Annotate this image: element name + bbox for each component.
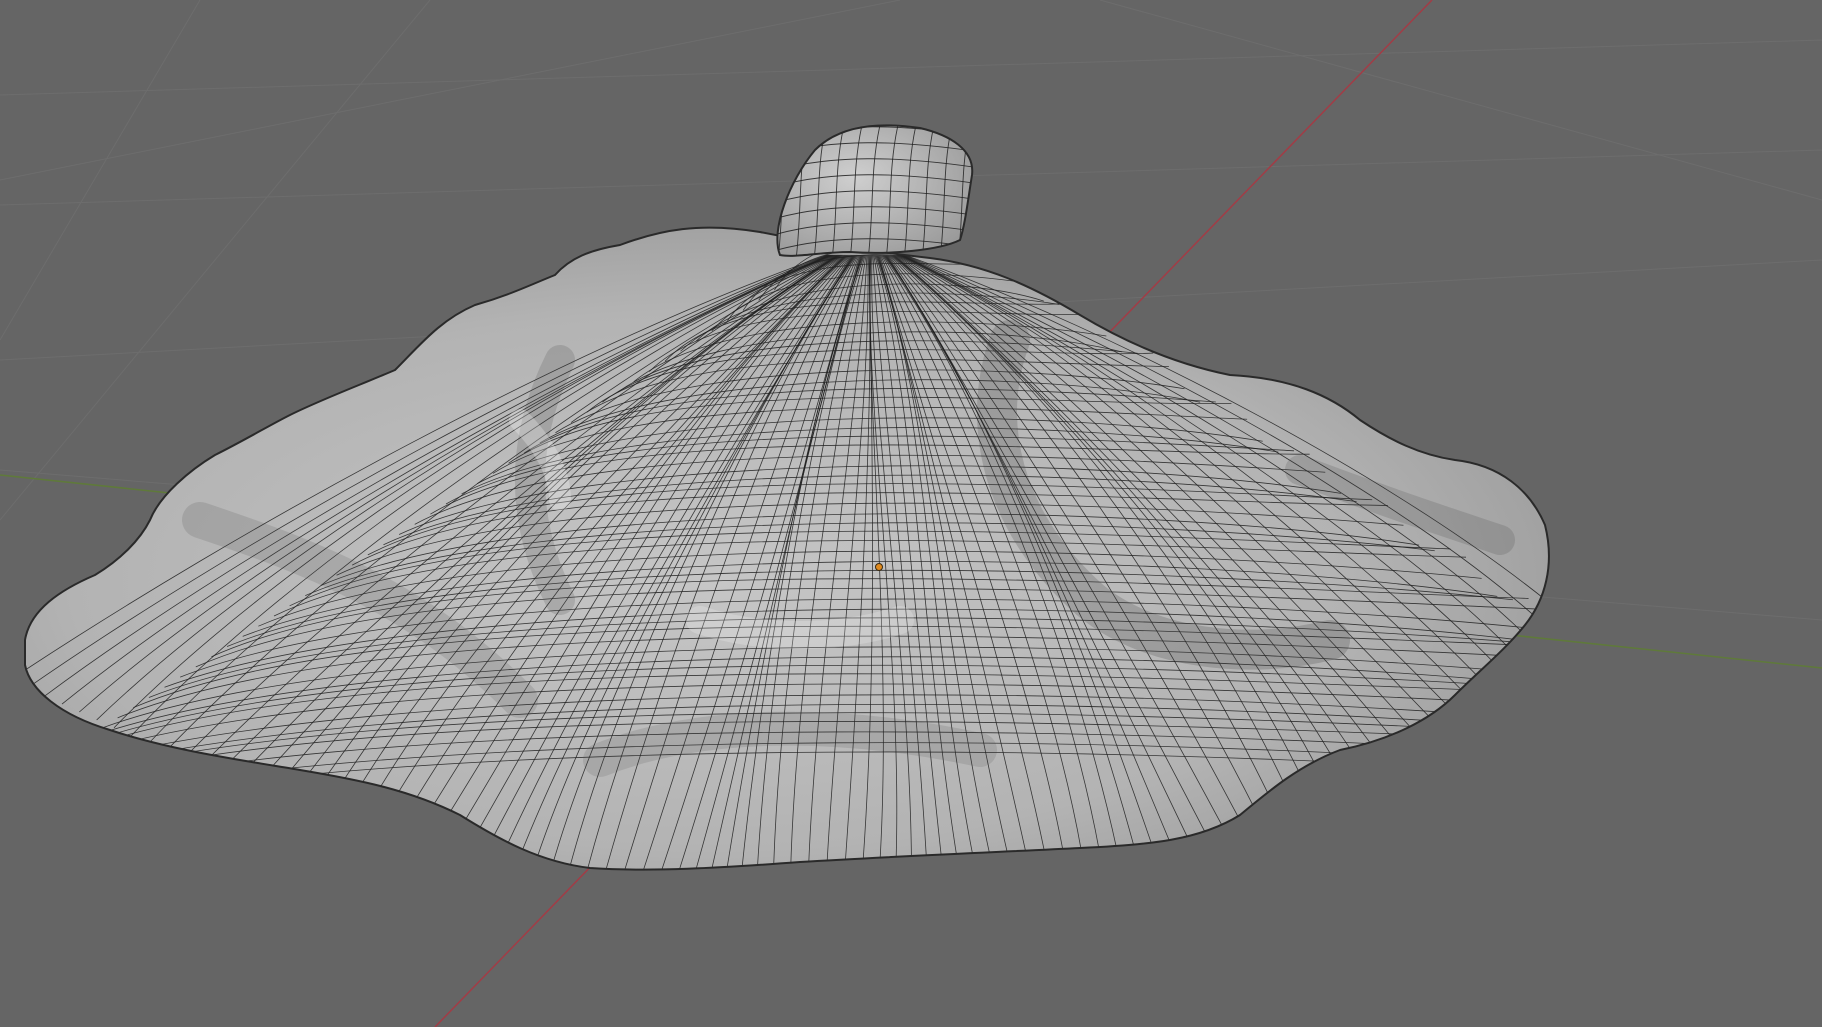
object-origin-point[interactable] — [875, 563, 883, 571]
surface-highlight — [686, 606, 914, 649]
viewport-canvas[interactable] — [0, 0, 1822, 1027]
grid-line — [1099, 0, 1822, 201]
3d-viewport[interactable] — [0, 0, 1822, 1027]
grid-line — [0, 39, 1822, 96]
mesh-object[interactable] — [0, 124, 1810, 910]
grid-line — [0, 0, 201, 341]
grid-line — [0, 0, 901, 181]
